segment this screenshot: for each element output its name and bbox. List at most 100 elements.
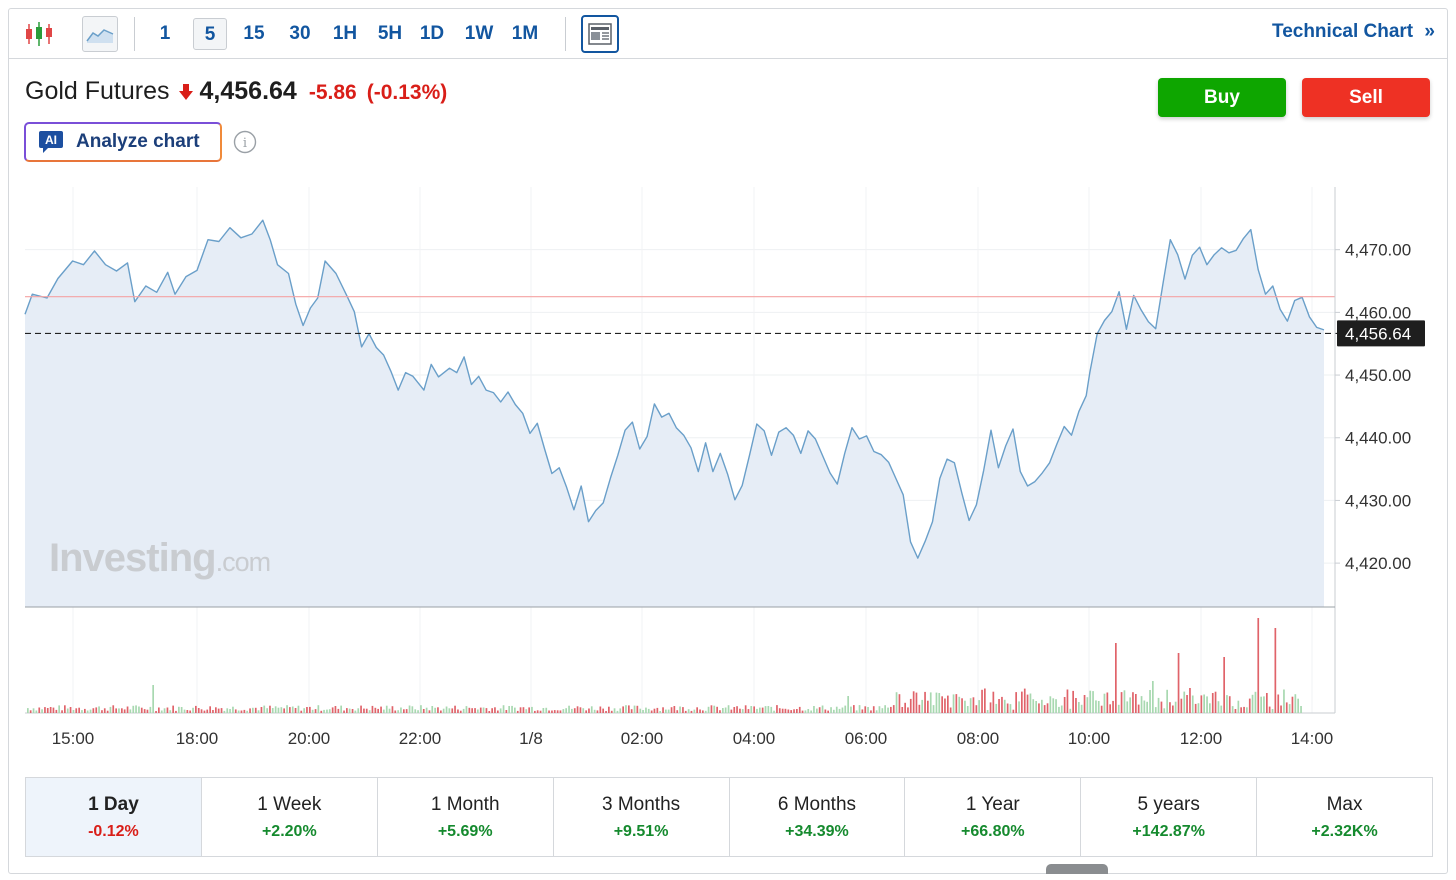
volume-bar (408, 705, 411, 713)
volume-bar (234, 709, 237, 713)
volume-bar (166, 707, 169, 713)
period-tab[interactable]: 3 Months +9.51% (554, 778, 730, 856)
volume-bar (1160, 701, 1163, 713)
volume-bar (385, 705, 388, 713)
volume-bar (927, 700, 929, 713)
volume-bar (1274, 628, 1277, 713)
volume-bar (457, 709, 459, 713)
period-tab[interactable]: 5 years +142.87% (1081, 778, 1258, 856)
volume-bar (1277, 694, 1280, 713)
volume-bar (1080, 704, 1083, 713)
volume-bar (622, 706, 624, 713)
volume-bar (525, 709, 528, 713)
performance-periods: 1 Day -0.12% 1 Week +2.20% 1 Month +5.69% 3 Mo… (25, 777, 1433, 857)
period-change: +9.51% (613, 823, 669, 840)
volume-bar (491, 708, 493, 713)
price-chart[interactable]: 4,420.00 4,430.00 4,440.00 4,450.00 4,460.00… (9, 9, 1447, 769)
volume-bar (126, 706, 129, 713)
volume-bar (625, 705, 627, 713)
volume-bar (667, 709, 670, 713)
period-tab[interactable]: 1 Week +2.20% (202, 778, 378, 856)
volume-bar (1200, 695, 1203, 713)
volume-bar (932, 705, 935, 713)
volume-bar (254, 707, 257, 713)
volume-bar (368, 710, 371, 713)
volume-bar (707, 706, 710, 713)
volume-bar (1260, 696, 1262, 713)
volume-bar (377, 708, 379, 713)
x-tick-label: 14:00 (1291, 729, 1334, 748)
volume-bar (505, 710, 508, 713)
volume-bar (650, 710, 653, 713)
volume-bar (417, 710, 419, 713)
period-tab[interactable]: Max +2.32K% (1257, 778, 1432, 856)
volume-bar (1291, 696, 1294, 713)
volume-bar (38, 707, 41, 713)
volume-bar (146, 709, 149, 713)
volume-bar (425, 707, 428, 713)
volume-bar (1177, 653, 1180, 713)
period-change: -0.12% (88, 823, 139, 840)
volume-bar (1186, 695, 1188, 713)
volume-bar (183, 709, 186, 713)
volume-bar (662, 707, 664, 713)
volume-bar (488, 711, 491, 713)
y-tick-label: 4,440.00 (1345, 429, 1411, 448)
volume-bar (841, 707, 844, 713)
period-tab[interactable]: 1 Month +5.69% (378, 778, 554, 856)
volume-bar (1060, 705, 1063, 713)
scroll-handle[interactable] (1046, 864, 1108, 874)
volume-bar (397, 710, 399, 713)
period-change: +66.80% (961, 823, 1025, 840)
volume-bar (1237, 700, 1240, 713)
volume-bar (1206, 696, 1208, 713)
period-change: +2.32K% (1311, 823, 1378, 840)
volume-bar (340, 705, 342, 713)
volume-bar (226, 708, 229, 713)
volume-bar (269, 705, 271, 713)
volume-bar (1058, 706, 1060, 713)
volume-bar (816, 708, 818, 713)
volume-bar (941, 696, 943, 713)
volume-bar (682, 707, 684, 713)
volume-bar (1146, 701, 1148, 713)
period-change: +34.39% (785, 823, 849, 840)
volume-bar (519, 707, 522, 713)
x-tick-label: 06:00 (845, 729, 888, 748)
volume-bar (383, 709, 385, 713)
volume-bar (696, 707, 698, 713)
volume-bar (1189, 688, 1191, 713)
volume-bar (964, 700, 966, 713)
volume-bar (645, 707, 647, 713)
volume-bar (274, 706, 277, 713)
volume-bar (801, 710, 804, 713)
period-change: +5.69% (437, 823, 493, 840)
volume-bar (163, 708, 166, 713)
volume-bar (995, 703, 998, 713)
volume-bar (138, 706, 140, 713)
volume-bar (676, 710, 679, 713)
volume-bar (326, 709, 328, 713)
period-tab[interactable]: 1 Year +66.80% (905, 778, 1082, 856)
volume-bar (887, 707, 889, 713)
volume-bar (1049, 696, 1052, 713)
volume-bar (192, 707, 194, 713)
volume-bar (653, 708, 656, 713)
volume-bar (633, 705, 636, 713)
volume-bar (1223, 657, 1225, 713)
volume-bar (215, 707, 217, 713)
volume-bar (294, 708, 297, 713)
volume-bar (497, 710, 499, 713)
volume-bar (1129, 697, 1131, 713)
volume-bar (1254, 691, 1257, 713)
volume-bar (1029, 693, 1032, 713)
volume-bar (289, 707, 291, 713)
volume-bar (798, 706, 801, 713)
volume-bar (810, 710, 812, 713)
period-tab[interactable]: 1 Day -0.12% (26, 778, 202, 856)
volume-bar (1106, 692, 1109, 713)
volume-bar (1135, 694, 1137, 713)
period-tab[interactable]: 6 Months +34.39% (730, 778, 906, 856)
y-tick-label: 4,450.00 (1345, 366, 1411, 385)
volume-bar (989, 702, 992, 713)
